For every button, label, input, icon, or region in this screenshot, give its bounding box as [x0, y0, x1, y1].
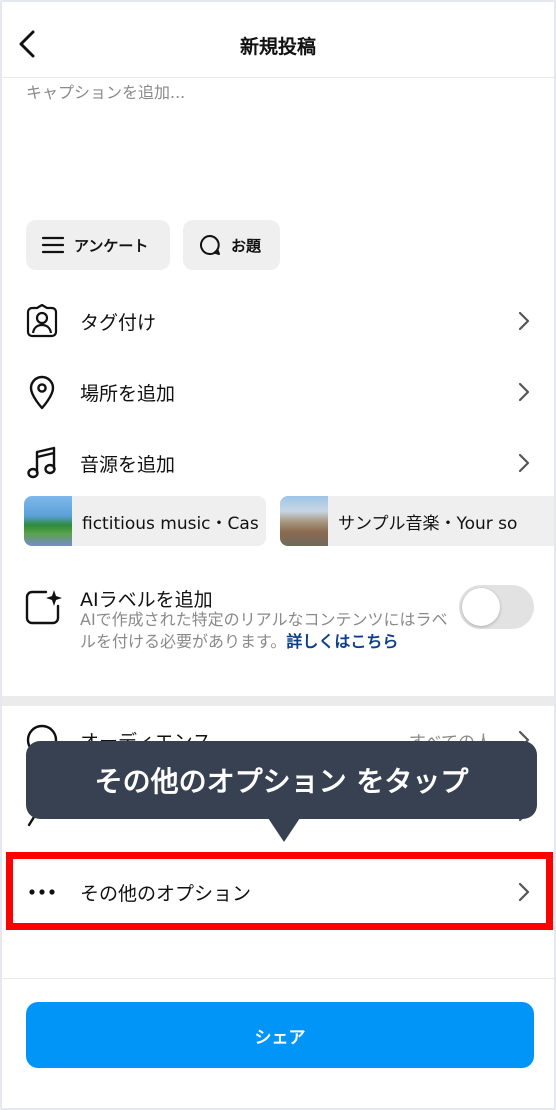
- add-music-row[interactable]: 音源を追加: [2, 431, 554, 495]
- ai-sparkle-icon: [25, 590, 62, 625]
- music-suggestion-label: サンプル音楽・Your so: [338, 513, 518, 534]
- ai-label-toggle[interactable]: [459, 585, 534, 629]
- add-location-label: 場所を追加: [80, 382, 176, 405]
- music-suggestions: fictitious music・Cas サンプル音楽・Your so: [24, 496, 554, 546]
- music-suggestion-label: fictitious music・Cas: [82, 513, 259, 534]
- list-icon: [42, 236, 64, 254]
- chevron-right-icon: [518, 882, 530, 902]
- share-button[interactable]: シェア: [26, 1002, 534, 1068]
- page-title: 新規投稿: [239, 36, 316, 58]
- more-options-label: その他のオプション: [80, 882, 252, 905]
- tooltip-text: その他のオプション をタップ: [94, 765, 469, 798]
- header: 新規投稿: [2, 2, 554, 78]
- survey-label: アンケート: [74, 236, 149, 255]
- bottom-divider: [2, 978, 554, 979]
- chevron-right-icon: [518, 453, 530, 473]
- music-suggestion[interactable]: fictitious music・Cas: [24, 496, 266, 546]
- tag-people-label: タグ付け: [80, 311, 157, 334]
- add-location-row[interactable]: 場所を追加: [2, 360, 554, 424]
- section-divider: [2, 696, 554, 706]
- music-thumbnail: [24, 496, 72, 546]
- ai-label-title: AIラベルを追加: [80, 589, 213, 611]
- topic-button[interactable]: お題: [183, 220, 280, 270]
- survey-button[interactable]: アンケート: [26, 220, 170, 270]
- ai-label-description: AIで作成された特定のリアルなコンテンツにはラベルを付ける必要があります。詳しく…: [80, 609, 450, 653]
- more-dots-icon: [29, 889, 55, 895]
- add-music-label: 音源を追加: [80, 453, 176, 476]
- speech-bubble-icon: [200, 235, 220, 255]
- person-tag-icon: [26, 304, 58, 338]
- more-options-row[interactable]: その他のオプション: [2, 860, 554, 924]
- location-pin-icon: [29, 375, 55, 410]
- chevron-right-icon: [518, 382, 530, 402]
- chevron-right-icon: [518, 311, 530, 331]
- toggle-knob: [462, 588, 500, 626]
- tooltip-pointer: [268, 818, 300, 842]
- music-thumbnail: [280, 496, 328, 546]
- topic-label: お題: [231, 236, 262, 255]
- instruction-tooltip: その他のオプション をタップ: [26, 741, 537, 819]
- music-suggestion[interactable]: サンプル音楽・Your so: [280, 496, 554, 546]
- screen: 新規投稿 キャプションを追加... アンケート お題 タグ付け 場所を追加 音源…: [0, 0, 556, 1110]
- music-note-icon: [27, 446, 56, 479]
- learn-more-link[interactable]: 詳しくはこちら: [286, 632, 398, 651]
- tag-people-row[interactable]: タグ付け: [2, 289, 554, 353]
- caption-input[interactable]: キャプションを追加...: [26, 79, 185, 103]
